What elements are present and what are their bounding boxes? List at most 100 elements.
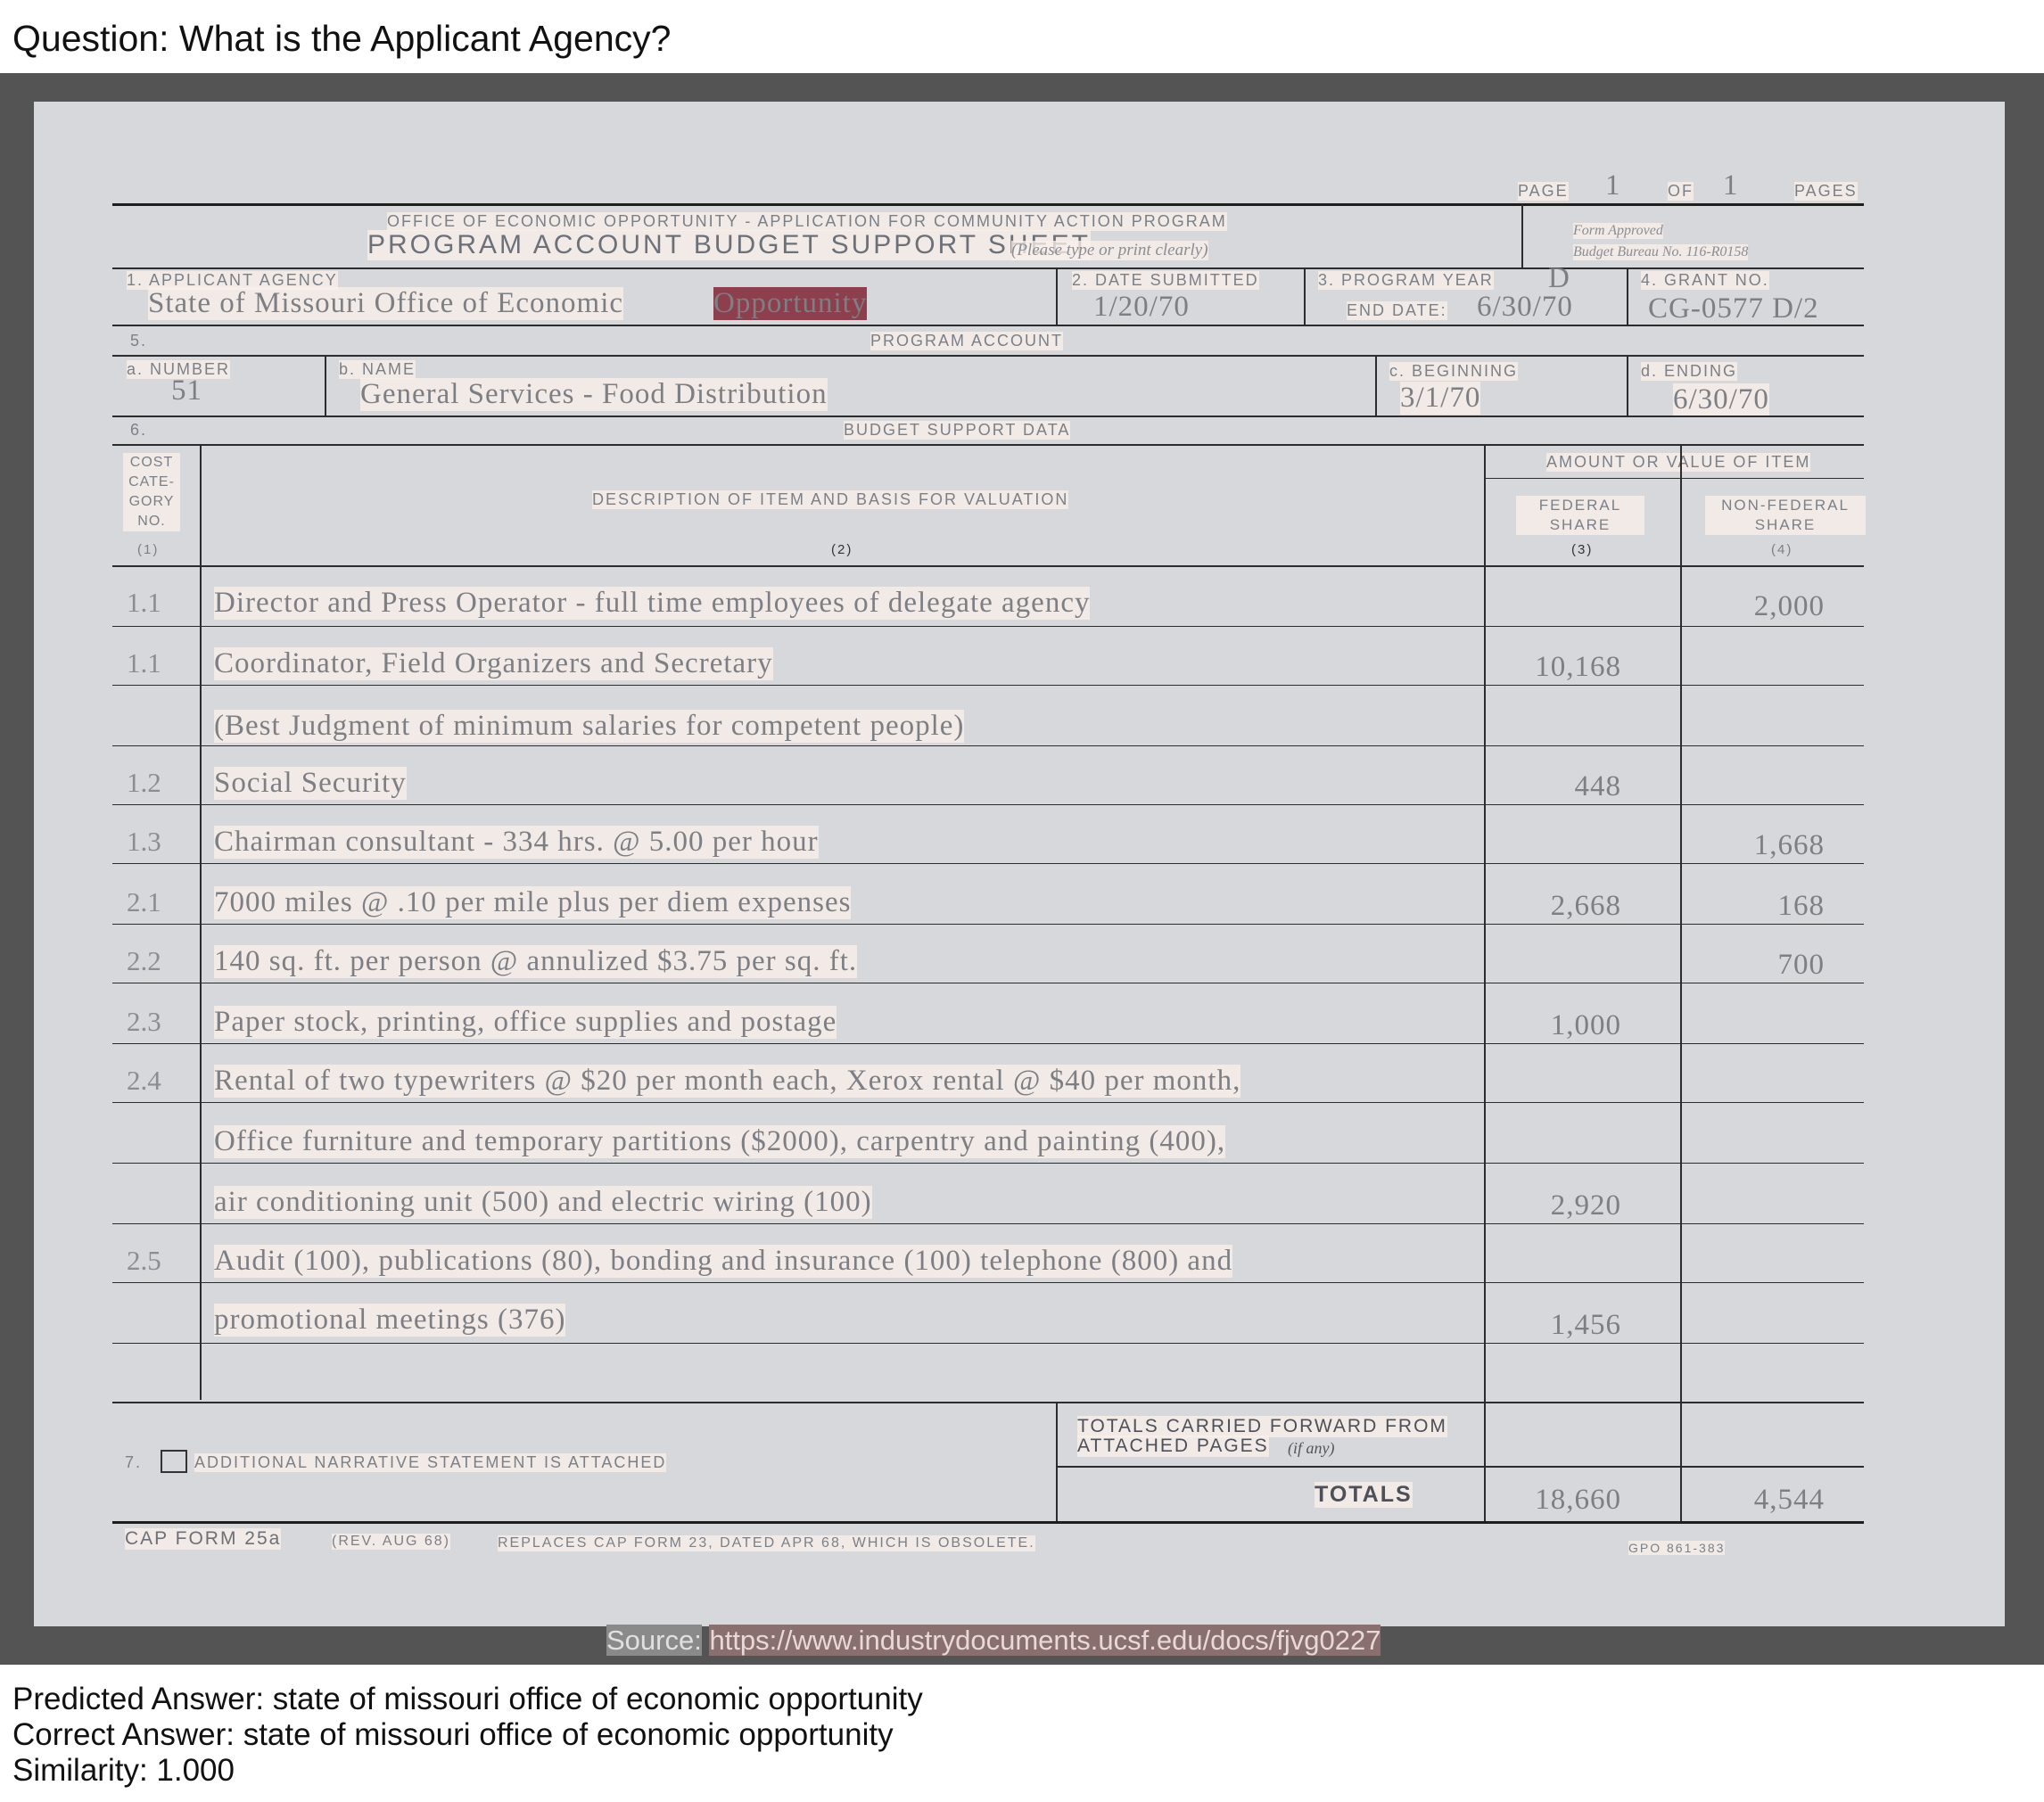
row-category: 2.5 (127, 1245, 161, 1276)
predicted-answer: Predicted Answer: state of missouri offi… (12, 1682, 923, 1716)
section-5-number: 5. (130, 332, 148, 350)
program-year-label: 3. PROGRAM YEAR (1318, 271, 1494, 290)
header-line: NON-FEDERAL (1721, 497, 1850, 514)
rule (112, 745, 1864, 746)
row-description: Coordinator, Field Organizers and Secret… (214, 647, 773, 680)
rule (1056, 1402, 1058, 1523)
row-federal-share: 1,000 (1550, 1009, 1621, 1041)
rule (200, 444, 202, 1400)
row-description: Paper stock, printing, office supplies a… (214, 1006, 837, 1039)
rule (112, 355, 1864, 357)
rule (1627, 267, 1628, 325)
description-header: DESCRIPTION OF ITEM AND BASIS FOR VALUAT… (592, 490, 1069, 509)
row-non-federal-share: 1,668 (1753, 829, 1825, 861)
rule (112, 1223, 1864, 1224)
rule (112, 1402, 1864, 1403)
rule (1484, 444, 1486, 1523)
budget-support-heading: BUDGET SUPPORT DATA (844, 421, 1071, 440)
page-label: PAGE (1518, 182, 1569, 201)
rule-top (112, 203, 1864, 206)
beginning-label: c. BEGINNING (1389, 362, 1519, 381)
source-label: Source: (606, 1625, 702, 1656)
rule (1680, 444, 1682, 1523)
totals-label: TOTALS (1315, 1482, 1413, 1508)
name-label: b. NAME (339, 360, 416, 379)
applicant-agency-highlight: Opportunity (713, 287, 868, 320)
applicant-agency-value: State of Missouri Office of Economic (148, 287, 624, 320)
source-line: Source: https://www.industrydocuments.uc… (606, 1625, 1381, 1657)
rule (112, 1043, 1864, 1044)
form-title-note: (Please type or print clearly) (1011, 241, 1208, 260)
pages-label: PAGES (1794, 182, 1858, 201)
rule (1056, 267, 1058, 325)
header-line: COST (129, 455, 174, 470)
row-non-federal-share: 168 (1777, 890, 1825, 922)
cap-form-number: CAP FORM 25a (125, 1528, 282, 1550)
rule (325, 355, 326, 416)
row-description: Office furniture and temporary partition… (214, 1125, 1226, 1158)
row-description: 140 sq. ft. per person @ annulized $3.75… (214, 945, 858, 978)
row-category: 2.2 (127, 945, 161, 976)
revision-date: (REV. AUG 68) (332, 1534, 451, 1550)
section-7-number: 7. (125, 1453, 143, 1471)
if-any-label: (if any) (1288, 1439, 1335, 1457)
row-category: 1.2 (127, 767, 161, 798)
similarity-score: Similarity: 1.000 (12, 1753, 235, 1788)
amount-header: AMOUNT OR VALUE OF ITEM (1546, 453, 1811, 472)
narrative-checkbox[interactable] (161, 1450, 187, 1473)
rule (112, 1282, 1864, 1283)
rule (112, 863, 1864, 864)
rule (112, 444, 1864, 446)
col2-number: (2) (831, 542, 853, 557)
row-non-federal-share: 700 (1777, 949, 1825, 981)
row-category: 1.1 (127, 647, 161, 679)
rule (1375, 355, 1377, 416)
col1-number: (1) (137, 542, 160, 557)
grant-no-value: CG-0577 D/2 (1648, 292, 1819, 325)
rule (1304, 267, 1306, 325)
row-federal-share: 2,668 (1550, 890, 1621, 922)
grant-no-label: 4. GRANT NO. (1641, 271, 1769, 290)
row-description: promotional meetings (376) (214, 1304, 566, 1337)
rule (112, 626, 1864, 627)
end-date-label: END DATE: (1347, 301, 1447, 320)
total-non-federal-share: 4,544 (1753, 1484, 1825, 1516)
row-category: 1.3 (127, 826, 161, 857)
row-federal-share: 10,168 (1535, 651, 1621, 683)
row-category: 2.3 (127, 1006, 161, 1037)
page-total: 1 (1723, 169, 1739, 202)
rule (112, 416, 1864, 417)
number-value: 51 (171, 374, 202, 407)
non-federal-share-header: NON-FEDERAL SHARE (1705, 496, 1866, 535)
form-paper (34, 102, 2005, 1626)
rule-approved-box (1521, 203, 1523, 269)
header-line: FEDERAL (1538, 497, 1622, 514)
row-description: Rental of two typewriters @ $20 per mont… (214, 1065, 1241, 1098)
header-line: NO. (137, 514, 166, 529)
program-account-heading: PROGRAM ACCOUNT (870, 332, 1064, 350)
attached-pages-label: ATTACHED PAGES (1077, 1436, 1269, 1457)
row-category: 1.1 (127, 587, 161, 618)
col3-number: (3) (1571, 542, 1594, 557)
rule (112, 924, 1864, 925)
rule (112, 267, 1864, 269)
rule (1627, 355, 1628, 416)
replaces-note: REPLACES CAP FORM 23, DATED APR 68, WHIC… (498, 1535, 1035, 1551)
row-category: 2.1 (127, 886, 161, 917)
row-description: (Best Judgment of minimum salaries for c… (214, 710, 965, 743)
header-line: CATE- (128, 474, 175, 490)
rule (112, 1163, 1864, 1164)
row-federal-share: 448 (1574, 770, 1621, 802)
rule (112, 1102, 1864, 1103)
page-number: 1 (1605, 169, 1621, 202)
ending-value: 6/30/70 (1673, 383, 1769, 416)
row-description: Audit (100), publications (80), bonding … (214, 1245, 1233, 1278)
rule (112, 804, 1864, 805)
total-federal-share: 18,660 (1535, 1484, 1621, 1516)
row-description: Director and Press Operator - full time … (214, 587, 1091, 620)
date-submitted-label: 2. DATE SUBMITTED (1072, 271, 1259, 290)
row-description: 7000 miles @ .10 per mile plus per diem … (214, 886, 852, 919)
rule (1056, 1466, 1864, 1468)
header-line: SHARE (1754, 516, 1817, 533)
source-url[interactable]: https://www.industrydocuments.ucsf.edu/d… (709, 1625, 1381, 1656)
